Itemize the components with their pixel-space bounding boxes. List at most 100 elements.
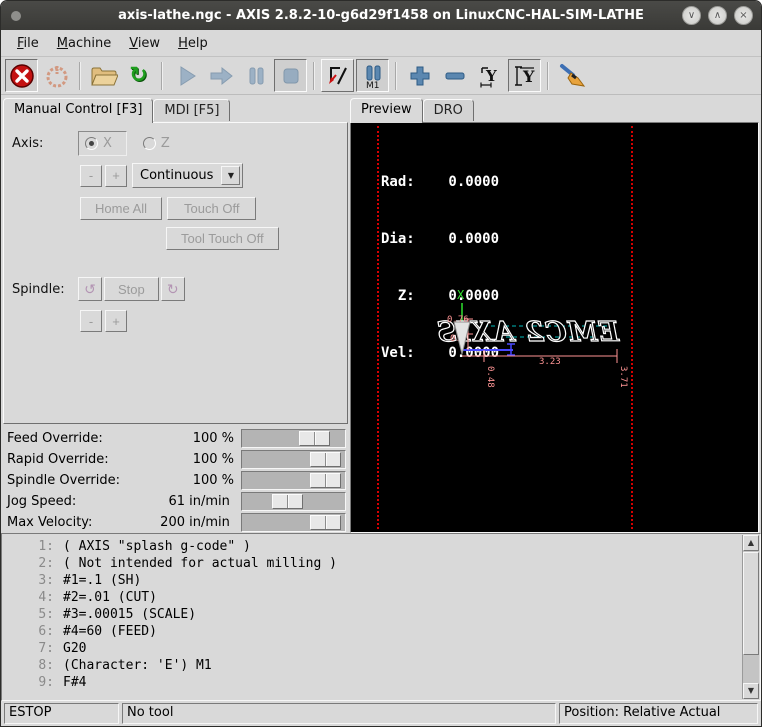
menu-view[interactable]: View (121, 33, 168, 54)
close-button[interactable]: × (734, 6, 753, 25)
maximize-button[interactable]: ∧ (708, 6, 727, 25)
main-area: Manual Control [F3] MDI [F5] Axis: X Z (1, 95, 761, 533)
zoom-out-button[interactable] (438, 59, 471, 92)
gcode-line-text: F#4 (63, 674, 86, 691)
gcode-line-number: 5: (2, 606, 54, 623)
spindle-plus-button[interactable]: + (105, 310, 127, 332)
jog-speed-row: Jog Speed: 61 in/min (3, 491, 348, 512)
axis-z-radio[interactable]: Z (143, 136, 170, 151)
home-all-button[interactable]: Home All (80, 197, 162, 220)
open-file-button[interactable] (87, 59, 120, 92)
optional-stop-button[interactable]: M1 (356, 59, 389, 92)
status-tool: No tool (122, 703, 556, 724)
scroll-up-icon[interactable]: ▲ (743, 535, 759, 551)
slider-handle[interactable] (299, 431, 330, 446)
window-title: axis-lathe.ngc - AXIS 2.8.2-10-g6d29f145… (1, 8, 761, 23)
gcode-line[interactable]: 3: #1=.1 (SH) (2, 572, 760, 589)
slider-handle[interactable] (310, 515, 341, 530)
touch-off-button[interactable]: Touch Off (167, 197, 256, 220)
menu-machine[interactable]: Machine (49, 33, 119, 54)
jog-speed-slider[interactable] (241, 492, 346, 511)
gcode-line[interactable]: 5:#3=.00015 (SCALE) (2, 606, 760, 623)
zoom-out-icon (443, 64, 467, 88)
power-button[interactable] (40, 59, 73, 92)
gcode-line-text: ( Not intended for actual milling ) (63, 555, 337, 572)
slider-handle[interactable] (310, 452, 341, 467)
view-y2-button[interactable]: Y (508, 59, 541, 92)
spindle-override-slider[interactable] (241, 471, 346, 490)
reload-button[interactable]: ↻ (122, 59, 155, 92)
gcode-line[interactable]: 8:(Character: 'E') M1 (2, 657, 760, 674)
jog-speed-label: Jog Speed: (3, 494, 123, 509)
rapid-override-value: 100 % (123, 452, 241, 467)
tab-dro[interactable]: DRO (423, 99, 474, 121)
axis-x-radio[interactable]: X (78, 131, 127, 156)
svg-text:Y: Y (485, 67, 497, 85)
skip-lines-button[interactable] (321, 59, 354, 92)
rapid-override-slider[interactable] (241, 450, 346, 469)
x-axis-label: X (457, 288, 465, 302)
spindle-ccw-button[interactable]: ↺ (78, 277, 102, 301)
combo-arrow-icon: ▼ (221, 166, 240, 185)
spindle-override-value: 100 % (123, 473, 241, 488)
step-button[interactable] (204, 59, 237, 92)
feed-override-value: 100 % (123, 431, 241, 446)
gcode-line-text: (Character: 'E') M1 (63, 657, 212, 674)
tab-preview[interactable]: Preview (350, 98, 423, 123)
power-icon (44, 63, 70, 89)
titlebar: axis-lathe.ngc - AXIS 2.8.2-10-g6d29f145… (1, 1, 761, 30)
jog-mode-select[interactable]: Continuous ▼ (132, 163, 243, 188)
max-velocity-slider[interactable] (241, 513, 346, 532)
toolbar-separator (79, 62, 81, 90)
gcode-line-number: 3: (2, 572, 54, 589)
slider-handle[interactable] (272, 494, 303, 509)
menu-help[interactable]: Help (170, 33, 216, 54)
estop-button[interactable] (5, 59, 38, 92)
gcode-line[interactable]: 4:#2=.01 (CUT) (2, 589, 760, 606)
run-button[interactable] (169, 59, 202, 92)
gcode-line[interactable]: 6:#4=60 (FEED) (2, 623, 760, 640)
jog-plus-button[interactable]: + (105, 165, 127, 187)
gcode-line-number: 4: (2, 589, 54, 606)
feed-override-label: Feed Override: (3, 431, 123, 446)
gcode-listing[interactable]: 1:( AXIS "splash g-code" ) 2:( Not inten… (1, 533, 761, 701)
feed-override-slider[interactable] (241, 429, 346, 448)
toolbar-separator (313, 62, 315, 90)
gcode-line[interactable]: 7:G20 (2, 640, 760, 657)
spindle-cw-icon: ↻ (167, 281, 179, 297)
gcode-line[interactable]: 2:( Not intended for actual milling ) (2, 555, 760, 572)
view-y-button[interactable]: Y (473, 59, 506, 92)
zoom-in-button[interactable] (403, 59, 436, 92)
toolbar: ↻ (1, 57, 761, 95)
scrollbar-thumb[interactable] (743, 552, 759, 655)
jog-minus-button[interactable]: - (80, 165, 102, 187)
gcode-line[interactable]: 1:( AXIS "splash g-code" ) (2, 538, 760, 555)
tab-mdi[interactable]: MDI [F5] (153, 99, 230, 121)
svg-text:3.23: 3.23 (539, 357, 561, 367)
spindle-minus-button[interactable]: - (80, 310, 102, 332)
preview-canvas[interactable]: Rad: 0.0000 Dia: 0.0000 Z: 0.0000 Vel: 0… (350, 122, 759, 533)
tab-manual-control[interactable]: Manual Control [F3] (3, 98, 153, 123)
menu-file[interactable]: File (9, 33, 47, 54)
gcode-line[interactable]: 9: F#4 (2, 674, 760, 691)
minimize-button[interactable]: ∨ (682, 6, 701, 25)
spindle-cw-button[interactable]: ↻ (161, 277, 185, 301)
tool-touch-off-button[interactable]: Tool Touch Off (166, 227, 279, 250)
gcode-line-number: 9: (2, 674, 54, 691)
rapid-override-label: Rapid Override: (3, 452, 123, 467)
gcode-line-text: #1=.1 (SH) (63, 572, 141, 589)
axis-z-label: Z (161, 136, 170, 151)
manual-panel: Manual Control [F3] MDI [F5] Axis: X Z (1, 95, 348, 533)
spindle-stop-button[interactable]: Stop (104, 277, 159, 301)
svg-text:0.48: 0.48 (485, 366, 495, 388)
view-y2-icon: Y (512, 63, 538, 89)
stop-button[interactable] (274, 59, 307, 92)
slider-handle[interactable] (310, 473, 341, 488)
jog-mode-value: Continuous (140, 168, 213, 183)
clear-plot-button[interactable] (555, 59, 588, 92)
manual-control-frame: Axis: X Z - + Continuous (3, 122, 348, 424)
pause-button[interactable] (239, 59, 272, 92)
scroll-down-icon[interactable]: ▼ (743, 683, 759, 699)
gcode-scrollbar[interactable]: ▲ ▼ (742, 535, 759, 699)
radio-z-icon (143, 137, 156, 150)
